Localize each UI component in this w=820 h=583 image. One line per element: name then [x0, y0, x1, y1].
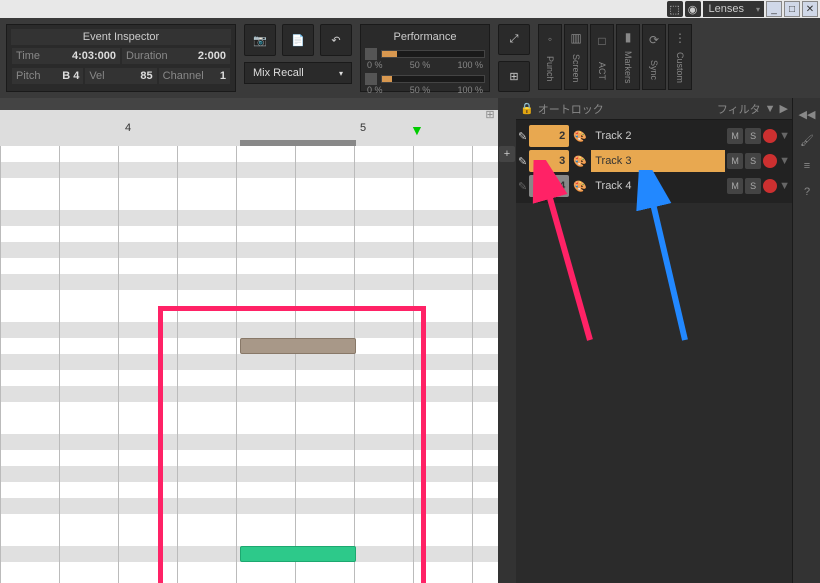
track-number[interactable]: 2	[529, 125, 569, 147]
filter-funnel-icon[interactable]: ▼	[765, 103, 776, 115]
track-filter-icon[interactable]: ▼	[779, 180, 790, 192]
channel-field[interactable]: Channel 1	[159, 68, 230, 84]
chevron-right-icon[interactable]: ▶	[780, 102, 788, 115]
track-filter-icon[interactable]: ▼	[779, 130, 790, 142]
right-sidebar: ◀◀ 🖌 ≡ ?	[792, 98, 820, 583]
track-name[interactable]: Track 2	[591, 125, 725, 147]
solo-button[interactable]: S	[745, 178, 761, 194]
lens-icon[interactable]: ◉	[685, 1, 701, 17]
content-area: 4 5 ▼ ⊞	[0, 98, 820, 583]
markers-tool[interactable]: ▮Markers	[616, 24, 640, 90]
add-track-button[interactable]: +	[499, 146, 515, 162]
lenses-dropdown[interactable]: Lenses	[703, 1, 764, 17]
track-name[interactable]: Track 4	[591, 175, 725, 197]
title-bar: ⬚ ◉ Lenses _ □ ✕	[0, 0, 820, 18]
track-number[interactable]: 3	[529, 150, 569, 172]
tool-a-button[interactable]: ⤢	[498, 24, 530, 55]
palette-icon[interactable]: 🎨	[571, 152, 589, 170]
help-icon[interactable]: ?	[797, 182, 817, 202]
pencil-icon[interactable]: ✎	[518, 155, 527, 168]
track-row[interactable]: ✎ 3 🎨 Track 3 M S ▼	[518, 149, 790, 173]
collapse-icon[interactable]: ◀◀	[797, 104, 817, 124]
cpu-icon	[365, 48, 377, 60]
sync-tool[interactable]: ⟳Sync	[642, 24, 666, 90]
restore-button[interactable]: □	[784, 1, 800, 17]
custom-tool[interactable]: ⋮Custom	[668, 24, 692, 90]
time-ruler[interactable]: 4 5 ▼	[0, 98, 498, 146]
track-row[interactable]: ✎ 2 🎨 Track 2 M S ▼	[518, 124, 790, 148]
performance-title: Performance	[365, 29, 485, 45]
track-number[interactable]: 4	[529, 175, 569, 197]
undo-button[interactable]: ↶	[320, 24, 352, 56]
document-button[interactable]: 📄	[282, 24, 314, 56]
minimize-button[interactable]: _	[766, 1, 782, 17]
mute-button[interactable]: M	[727, 128, 743, 144]
record-arm-button[interactable]	[763, 179, 777, 193]
track-list: ✎ 2 🎨 Track 2 M S ▼ ✎ 3 🎨 Track 3 M S ▼	[516, 120, 792, 203]
solo-button[interactable]: S	[745, 128, 761, 144]
pencil-icon[interactable]: ✎	[518, 180, 527, 193]
track-inspector-panel: 🔒 オートロック フィルタ ▼ ▶ ✎ 2 🎨 Track 2 M S ▼ ✎ …	[516, 98, 792, 583]
punch-tool[interactable]: ◦Punch	[538, 24, 562, 90]
track-name[interactable]: Track 3	[591, 150, 725, 172]
lock-icon[interactable]: 🔒	[520, 102, 534, 115]
palette-icon[interactable]: 🎨	[571, 177, 589, 195]
track-panel-header: 🔒 オートロック フィルタ ▼ ▶	[516, 98, 792, 120]
ruler-mark-5: 5	[360, 122, 366, 134]
main-toolbar: Event Inspector Time 4:03:000 Duration 2…	[0, 18, 820, 98]
list-icon[interactable]: ≡	[797, 156, 817, 176]
disk-meter	[381, 75, 485, 83]
mute-button[interactable]: M	[727, 178, 743, 194]
inspector-title: Event Inspector	[11, 29, 231, 45]
mix-recall-dropdown[interactable]: Mix Recall	[244, 62, 352, 84]
frame-icon[interactable]: ⬚	[667, 1, 683, 17]
time-field[interactable]: Time 4:03:000	[12, 48, 120, 64]
solo-button[interactable]: S	[745, 153, 761, 169]
record-arm-button[interactable]	[763, 154, 777, 168]
right-tool-rack: ◦Punch ▥Screen □ACT ▮Markers ⟳Sync ⋮Cust…	[538, 24, 692, 92]
velocity-field[interactable]: Vel 85	[85, 68, 156, 84]
piano-roll-view[interactable]: 4 5 ▼ ⊞	[0, 98, 498, 583]
autolock-label: オートロック	[538, 101, 604, 117]
track-filter-icon[interactable]: ▼	[779, 155, 790, 167]
disk-icon	[365, 73, 377, 85]
snap-grid-icon[interactable]: ⊞	[482, 106, 498, 122]
pencil-icon[interactable]: ✎	[518, 130, 527, 143]
playhead-icon[interactable]: ▼	[410, 122, 424, 138]
note-grid[interactable]	[0, 146, 498, 583]
duration-field[interactable]: Duration 2:000	[122, 48, 230, 64]
cpu-meter	[381, 50, 485, 58]
pitch-field[interactable]: Pitch B 4	[12, 68, 83, 84]
tool-b-button[interactable]: ⊞	[498, 61, 530, 92]
performance-panel: Performance 0 % 50 % 100 % 0 % 50 % 100 …	[360, 24, 490, 92]
palette-icon[interactable]: 🎨	[571, 127, 589, 145]
ruler-mark-4: 4	[125, 122, 131, 134]
close-button[interactable]: ✕	[802, 1, 818, 17]
mute-button[interactable]: M	[727, 153, 743, 169]
act-tool[interactable]: □ACT	[590, 24, 614, 90]
record-arm-button[interactable]	[763, 129, 777, 143]
camera-button[interactable]: 📷	[244, 24, 276, 56]
event-inspector: Event Inspector Time 4:03:000 Duration 2…	[6, 24, 236, 92]
track-row[interactable]: ✎ 4 🎨 Track 4 M S ▼	[518, 174, 790, 198]
screen-tool[interactable]: ▥Screen	[564, 24, 588, 90]
filter-label: フィルタ	[717, 101, 761, 117]
highlight-annotation	[158, 306, 426, 583]
brush-icon[interactable]: 🖌	[797, 130, 817, 150]
